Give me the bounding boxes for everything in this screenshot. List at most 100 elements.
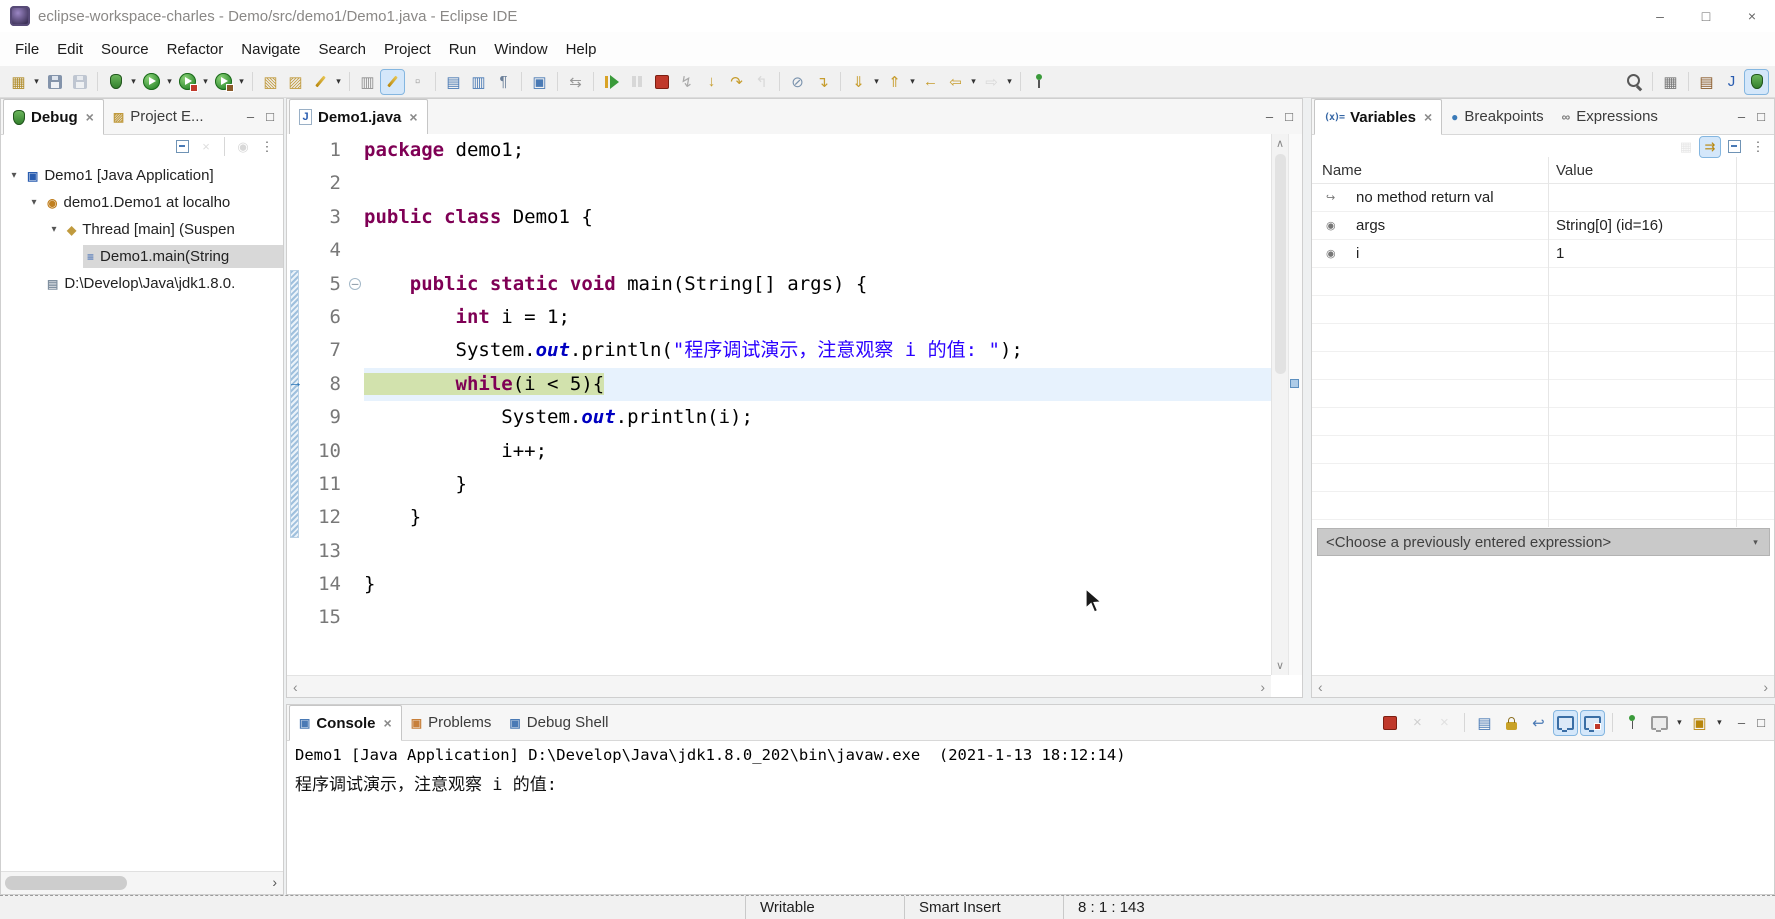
tree-item-demo1-main-string[interactable]: ≡Demo1.main(String bbox=[1, 243, 283, 270]
twisty-expanded-icon[interactable]: ▾ bbox=[5, 170, 23, 181]
close-icon[interactable]: × bbox=[384, 715, 392, 731]
java-ee-perspective-button[interactable]: ▤ bbox=[1695, 70, 1718, 94]
open-console-view-button[interactable]: ▣ bbox=[1688, 711, 1711, 735]
pin-editor-button[interactable] bbox=[1027, 70, 1050, 94]
new-wizard-dropdown[interactable]: ▾ bbox=[31, 76, 42, 87]
search-flashlight-dropdown[interactable]: ▾ bbox=[333, 76, 344, 87]
code-line-2[interactable]: 2 bbox=[287, 167, 1271, 200]
view-menu-button[interactable]: ⋮ bbox=[1748, 137, 1768, 157]
menu-run[interactable]: Run bbox=[440, 41, 486, 58]
show-on-stdout-change-button[interactable] bbox=[1554, 711, 1577, 735]
minimize-icon[interactable]: ‒ bbox=[1637, 0, 1683, 32]
disconnect-button[interactable]: ↯ bbox=[675, 70, 698, 94]
link-with-editor-button[interactable]: ⇆ bbox=[564, 70, 587, 94]
overview-ruler[interactable] bbox=[1288, 134, 1302, 675]
scroll-right-icon[interactable]: › bbox=[1260, 679, 1265, 695]
coverage-dropdown[interactable]: ▾ bbox=[200, 76, 211, 87]
code-line-10[interactable]: 10 i++; bbox=[287, 435, 1271, 468]
show-on-stderr-change-button[interactable] bbox=[1581, 711, 1604, 735]
down-stack-dropdown[interactable]: ▾ bbox=[871, 76, 882, 87]
clear-console-button[interactable]: ▤ bbox=[1473, 711, 1496, 735]
display-selected-console-button[interactable] bbox=[1648, 711, 1671, 735]
menu-help[interactable]: Help bbox=[557, 41, 606, 58]
variables-tab-breakpoints[interactable]: ●Breakpoints bbox=[1442, 99, 1552, 134]
back-button[interactable]: ⇦ bbox=[944, 70, 967, 94]
scroll-down-icon[interactable]: ∨ bbox=[1276, 659, 1284, 672]
menu-search[interactable]: Search bbox=[309, 41, 375, 58]
variables-horizontal-scrollbar[interactable]: ‹ › bbox=[1312, 675, 1774, 697]
close-icon[interactable]: × bbox=[1729, 0, 1775, 32]
debug-view-presentation-button[interactable]: ◉ bbox=[233, 137, 253, 157]
code-line-11[interactable]: 11 } bbox=[287, 468, 1271, 501]
maximize-icon[interactable]: □ bbox=[1757, 109, 1765, 124]
code-area[interactable]: → 1package demo1;23public class Demo1 {4… bbox=[287, 134, 1271, 675]
console-tab-problems[interactable]: ▣Problems bbox=[402, 705, 501, 740]
open-console-view-dropdown[interactable]: ▾ bbox=[1714, 717, 1725, 728]
tree-item-d-develop-java-jdk1-8-0[interactable]: ▤D:\Develop\Java\jdk1.8.0. bbox=[1, 270, 283, 297]
suspend-button[interactable] bbox=[625, 70, 648, 94]
scrollbar-thumb[interactable] bbox=[5, 876, 127, 890]
run-external-tools-button[interactable] bbox=[212, 70, 235, 94]
code-line-15[interactable]: 15 bbox=[287, 601, 1271, 634]
last-edit-location-button[interactable]: ← bbox=[919, 70, 942, 94]
open-perspective-button[interactable]: ▦ bbox=[1659, 70, 1682, 94]
collapse-all-button[interactable] bbox=[172, 137, 192, 157]
current-line-marker[interactable] bbox=[1290, 379, 1299, 388]
next-annotation-button[interactable]: ▤ bbox=[442, 70, 465, 94]
show-logical-structure-button[interactable]: ⇉ bbox=[1700, 137, 1720, 157]
debug-tab-project-e[interactable]: ▨Project E... bbox=[104, 99, 213, 134]
column-header-value[interactable]: Value bbox=[1548, 162, 1774, 179]
open-task-button[interactable]: ▨ bbox=[284, 70, 307, 94]
debug-button[interactable] bbox=[104, 70, 127, 94]
step-into-button[interactable]: ↓ bbox=[700, 70, 723, 94]
mark-occurrences-button[interactable] bbox=[381, 70, 404, 94]
forward-dropdown[interactable]: ▾ bbox=[1004, 76, 1015, 87]
code-line-3[interactable]: 3public class Demo1 { bbox=[287, 201, 1271, 234]
search-flashlight-button[interactable] bbox=[309, 70, 332, 94]
down-stack-button[interactable]: ⇓ bbox=[847, 70, 870, 94]
code-line-7[interactable]: 7 System.out.println("程序调试演示，注意观察 i 的值: … bbox=[287, 334, 1271, 367]
variable-row-args[interactable]: ◉argsString[0] (id=16) bbox=[1312, 212, 1774, 240]
console-tab-debug-shell[interactable]: ▣Debug Shell bbox=[500, 705, 617, 740]
java-perspective-button[interactable]: J bbox=[1720, 70, 1743, 94]
debug-dropdown[interactable]: ▾ bbox=[128, 76, 139, 87]
code-line-14[interactable]: 14} bbox=[287, 568, 1271, 601]
remove-all-terminated-button[interactable]: × bbox=[196, 137, 216, 157]
column-divider[interactable] bbox=[1736, 157, 1737, 527]
minimize-icon[interactable]: ‒ bbox=[1738, 715, 1745, 730]
scrollbar-thumb[interactable] bbox=[1275, 154, 1286, 374]
remove-all-terminated-launches-button[interactable]: × bbox=[1433, 711, 1456, 735]
scroll-left-icon[interactable]: ‹ bbox=[293, 679, 298, 695]
remove-launch-button[interactable]: × bbox=[1406, 711, 1429, 735]
tree-item-demo1-demo1-at-localho[interactable]: ▾◉demo1.Demo1 at localho bbox=[1, 189, 283, 216]
maximize-icon[interactable]: □ bbox=[1683, 0, 1729, 32]
open-console-button[interactable]: ▣ bbox=[528, 70, 551, 94]
resume-button[interactable] bbox=[600, 70, 623, 94]
code-line-12[interactable]: 12 } bbox=[287, 501, 1271, 534]
show-type-names-button[interactable]: ▦ bbox=[1676, 137, 1696, 157]
maximize-icon[interactable]: □ bbox=[266, 109, 274, 124]
console-output-area[interactable]: Demo1 [Java Application] D:\Develop\Java… bbox=[287, 741, 1774, 894]
debug-perspective-button[interactable] bbox=[1745, 70, 1768, 94]
variables-tab-variables[interactable]: (x)=Variables× bbox=[1314, 99, 1442, 135]
terminate-console-button[interactable] bbox=[1379, 711, 1402, 735]
pin-console-button[interactable] bbox=[1621, 711, 1644, 735]
external-browser-button[interactable]: ▥ bbox=[356, 70, 379, 94]
tree-item-thread-main-suspen[interactable]: ▾◆Thread [main] (Suspen bbox=[1, 216, 283, 243]
chevron-down-icon[interactable]: ▾ bbox=[1750, 537, 1761, 548]
search-button[interactable] bbox=[1623, 70, 1646, 94]
terminate-button[interactable] bbox=[650, 70, 673, 94]
variable-row-no-method-return-val[interactable]: ↪no method return val bbox=[1312, 184, 1774, 212]
drop-to-frame-button[interactable]: ↴ bbox=[811, 70, 834, 94]
save-all-button[interactable] bbox=[68, 70, 91, 94]
annotation-button[interactable]: ▫ bbox=[406, 70, 429, 94]
step-over-button[interactable]: ↷ bbox=[725, 70, 748, 94]
run-button[interactable] bbox=[140, 70, 163, 94]
console-tab-console[interactable]: ▣Console× bbox=[289, 705, 402, 741]
minimize-icon[interactable]: ‒ bbox=[1266, 109, 1273, 124]
run-dropdown[interactable]: ▾ bbox=[164, 76, 175, 87]
word-wrap-button[interactable]: ↩ bbox=[1527, 711, 1550, 735]
up-stack-button[interactable]: ⇑ bbox=[883, 70, 906, 94]
maximize-icon[interactable]: □ bbox=[1757, 715, 1765, 730]
editor-horizontal-scrollbar[interactable]: ‹ › bbox=[287, 675, 1271, 697]
